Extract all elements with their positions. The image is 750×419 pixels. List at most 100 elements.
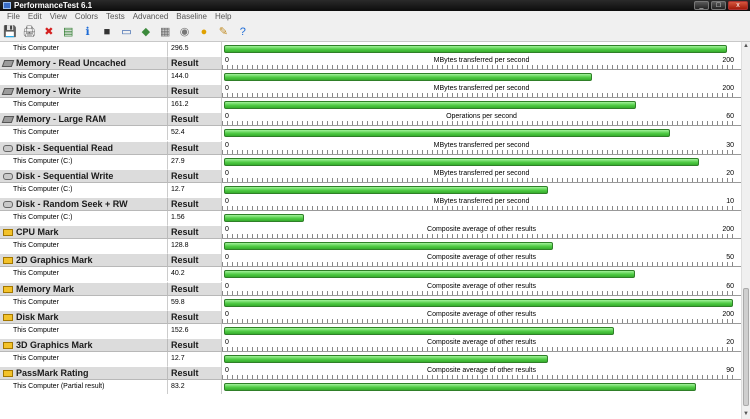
memory-icon bbox=[1, 88, 15, 96]
axis-unit: MBytes transferred per second bbox=[433, 198, 530, 205]
test-title-text: Memory - Write bbox=[16, 86, 81, 97]
axis-unit: Composite average of other results bbox=[427, 282, 536, 290]
result-value: 296.5 bbox=[167, 42, 221, 56]
passmark-icon bbox=[3, 285, 13, 293]
test-title-text: Disk Mark bbox=[16, 311, 59, 322]
result-header: Result bbox=[167, 366, 221, 381]
minimize-button[interactable]: _ bbox=[694, 1, 709, 10]
result-value: 128.8 bbox=[167, 239, 221, 254]
test-header[interactable]: Disk - Random Seek + RW Result 0 MBytes tra… bbox=[0, 197, 741, 211]
maximize-button[interactable]: □ bbox=[711, 1, 726, 10]
bar-track bbox=[221, 295, 741, 310]
axis-ticks bbox=[222, 375, 736, 380]
test-header[interactable]: Memory - Large RAM Result 0 Operations per … bbox=[0, 112, 741, 127]
menu-baseline[interactable]: Baseline bbox=[172, 11, 211, 22]
test-header[interactable]: Disk Mark Result 0 Composite average of oth… bbox=[0, 309, 741, 324]
scale-axis: 0 MBytes transferred per second 30 bbox=[221, 140, 741, 155]
result-row: This Computer 12.7 bbox=[0, 352, 741, 366]
test-title-text: Memory - Read Uncached bbox=[16, 58, 127, 68]
test-header[interactable]: Memory - Read Uncached Result 0 MBytes tran… bbox=[0, 56, 741, 70]
cpu-icon[interactable]: ■ bbox=[100, 25, 114, 39]
test-header[interactable]: Memory - Write Result 0 MBytes transferred … bbox=[0, 84, 741, 99]
scroll-up-icon[interactable]: ▲ bbox=[742, 42, 750, 51]
axis-unit: MBytes transferred per second bbox=[433, 57, 530, 64]
scale-axis: 0 MBytes transferred per second 200 bbox=[221, 84, 741, 99]
axis-max: 30 bbox=[726, 141, 734, 149]
menu-file[interactable]: File bbox=[3, 11, 24, 22]
menu-advanced[interactable]: Advanced bbox=[129, 11, 173, 22]
test-title-text: CPU Mark bbox=[16, 227, 59, 238]
axis-max: 200 bbox=[722, 226, 734, 234]
test-header[interactable]: CPU Mark Result 0 Composite average of othe… bbox=[0, 225, 741, 240]
save-icon[interactable]: 💾 bbox=[3, 25, 17, 39]
scroll-thumb[interactable] bbox=[743, 288, 749, 406]
result-row: This Computer (C:) 12.7 bbox=[0, 182, 741, 197]
row-label: This Computer bbox=[13, 45, 59, 52]
axis-ticks bbox=[222, 65, 736, 69]
axis-max: 200 bbox=[722, 85, 734, 93]
result-bar bbox=[224, 383, 696, 392]
axis-max: 200 bbox=[722, 57, 734, 64]
result-header: Result bbox=[167, 56, 221, 70]
test-header[interactable]: PassMark Rating Result 0 Composite average … bbox=[0, 366, 741, 381]
scale-axis: 0 Composite average of other results 200 bbox=[221, 309, 741, 324]
result-bar bbox=[224, 298, 733, 307]
export-icon[interactable]: ▤ bbox=[61, 25, 75, 39]
test-title: Memory Mark bbox=[0, 281, 167, 296]
bar-track bbox=[221, 98, 741, 113]
scale-axis: 0 MBytes transferred per second 20 bbox=[221, 168, 741, 183]
memory-icon[interactable]: ▦ bbox=[158, 25, 172, 39]
test-title: Disk - Sequential Read bbox=[0, 140, 167, 155]
delete-icon[interactable]: ✖ bbox=[42, 25, 56, 39]
axis-unit: MBytes transferred per second bbox=[433, 169, 530, 177]
results-icon[interactable]: ✎ bbox=[216, 25, 230, 39]
menu-edit[interactable]: Edit bbox=[24, 11, 46, 22]
axis-max: 20 bbox=[726, 169, 734, 177]
test-header[interactable]: Disk - Sequential Read Result 0 MBytes tran… bbox=[0, 140, 741, 155]
help-icon[interactable]: ? bbox=[236, 25, 250, 39]
result-value: 59.8 bbox=[167, 295, 221, 310]
info-icon[interactable]: ℹ bbox=[81, 25, 95, 39]
menu-tests[interactable]: Tests bbox=[102, 11, 129, 22]
result-bar bbox=[224, 214, 304, 222]
axis-max: 60 bbox=[726, 113, 734, 121]
test-header[interactable]: Disk - Sequential Write Result 0 MBytes tra… bbox=[0, 168, 741, 183]
bar-track bbox=[221, 380, 741, 395]
result-value: 12.7 bbox=[167, 182, 221, 197]
result-bar bbox=[224, 355, 548, 363]
scroll-down-icon[interactable]: ▼ bbox=[742, 410, 750, 419]
result-row: This Computer 144.0 bbox=[0, 70, 741, 84]
test-title: CPU Mark bbox=[0, 225, 167, 240]
menu-help[interactable]: Help bbox=[211, 11, 235, 22]
graphics-icon[interactable]: ◆ bbox=[139, 25, 153, 39]
axis-max: 60 bbox=[726, 282, 734, 290]
test-header[interactable]: Memory Mark Result 0 Composite average of o… bbox=[0, 281, 741, 296]
test-title-text: Memory Mark bbox=[16, 283, 75, 294]
result-value: 83.2 bbox=[167, 380, 221, 395]
axis-ticks bbox=[222, 149, 736, 154]
result-value: 40.2 bbox=[167, 267, 221, 282]
result-value: 52.4 bbox=[167, 126, 221, 141]
disk-icon[interactable]: ◉ bbox=[178, 25, 192, 39]
result-value: 1.56 bbox=[167, 211, 221, 225]
passmark-icon[interactable]: ● bbox=[197, 25, 211, 39]
test-title: PassMark Rating bbox=[0, 366, 167, 381]
print-icon[interactable]: 🖨 bbox=[22, 25, 36, 39]
axis-unit: Operations per second bbox=[446, 113, 517, 121]
menu-colors[interactable]: Colors bbox=[71, 11, 102, 22]
test-header[interactable]: 3D Graphics Mark Result 0 Composite average… bbox=[0, 338, 741, 352]
row-label: This Computer (C:) bbox=[13, 185, 73, 193]
vertical-scrollbar[interactable]: ▲ ▼ bbox=[741, 42, 750, 419]
result-header: Result bbox=[167, 309, 221, 324]
close-button[interactable]: x bbox=[728, 1, 748, 10]
test-title: 3D Graphics Mark bbox=[0, 338, 167, 352]
menu-view[interactable]: View bbox=[46, 11, 71, 22]
test-title: Disk - Sequential Write bbox=[0, 168, 167, 183]
bar-track bbox=[221, 42, 741, 56]
monitor-icon[interactable]: ▭ bbox=[119, 25, 133, 39]
scale-axis: 0 Composite average of other results 60 bbox=[221, 281, 741, 296]
disk-icon bbox=[3, 144, 13, 152]
passmark-icon bbox=[3, 342, 13, 349]
axis-max: 90 bbox=[726, 367, 734, 375]
test-header[interactable]: 2D Graphics Mark Result 0 Composite average… bbox=[0, 253, 741, 268]
